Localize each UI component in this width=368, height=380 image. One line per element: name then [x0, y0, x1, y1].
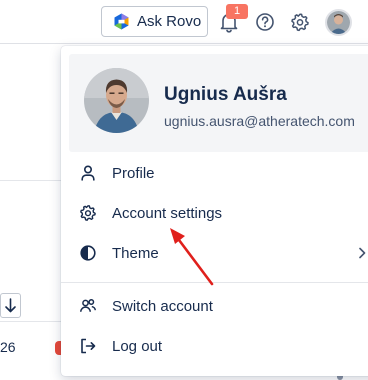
menu-item-profile[interactable]: Profile — [61, 153, 368, 193]
menu-item-label: Log out — [112, 337, 163, 355]
top-navigation-bar: Ask Rovo 1 — [0, 0, 368, 44]
ask-rovo-button[interactable]: Ask Rovo — [101, 6, 208, 37]
menu-item-theme[interactable]: Theme — [61, 233, 368, 273]
arrow-down-icon — [5, 298, 16, 313]
menu-item-label: Profile — [112, 164, 155, 182]
background-cell-value: 26 — [0, 339, 16, 355]
menu-item-label: Switch account — [112, 297, 213, 315]
profile-name: Ugnius Aušra — [164, 84, 287, 105]
gear-icon[interactable] — [289, 11, 311, 33]
profile-email: ugnius.ausra@atheratech.com — [164, 113, 355, 129]
sort-button[interactable] — [0, 293, 21, 318]
people-icon — [80, 299, 97, 312]
gear-icon — [80, 205, 96, 221]
menu-divider — [61, 282, 368, 283]
background-divider — [0, 321, 70, 322]
profile-card: Ugnius Aušra ugnius.ausra@atheratech.com — [69, 54, 368, 152]
help-icon[interactable] — [254, 11, 276, 33]
menu-item-label: Theme — [112, 244, 159, 262]
logout-icon — [81, 338, 96, 354]
person-icon — [81, 165, 95, 181]
chevron-right-icon — [359, 247, 366, 259]
screen: 26 Ask Rovo 1 Ugnius Aušra ugnius.ausra@… — [0, 0, 368, 380]
avatar[interactable] — [325, 9, 352, 36]
menu-item-label: Account settings — [112, 204, 223, 222]
notification-count-badge: 1 — [226, 4, 248, 19]
rovo-logo-icon — [114, 13, 129, 30]
account-menu-panel: Ugnius Aušra ugnius.ausra@atheratech.com… — [61, 46, 368, 376]
menu-item-account-settings[interactable]: Account settings — [61, 193, 368, 233]
ask-rovo-label: Ask Rovo — [137, 13, 202, 30]
menu-item-log-out[interactable]: Log out — [61, 326, 368, 366]
contrast-icon — [80, 245, 96, 261]
background-divider — [0, 180, 70, 181]
profile-avatar — [84, 68, 149, 133]
menu-item-switch-account[interactable]: Switch account — [61, 286, 368, 326]
